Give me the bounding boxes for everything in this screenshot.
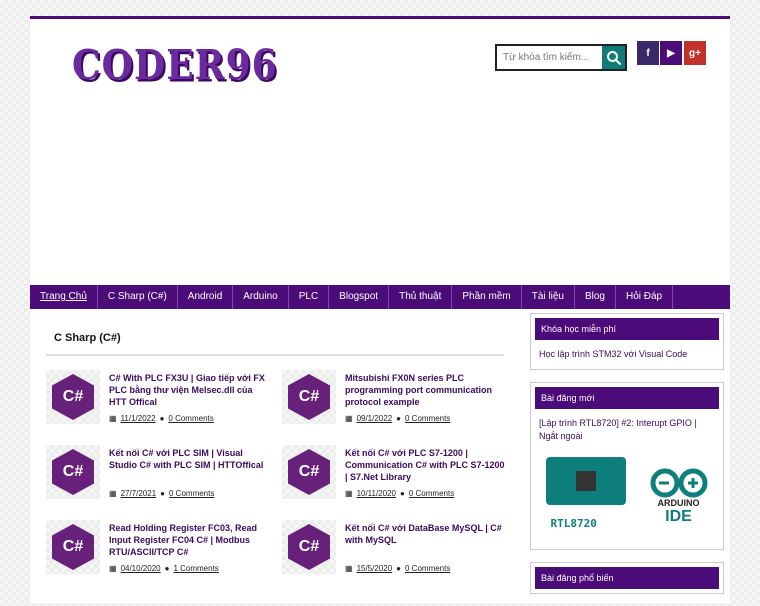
arduino-infinity-icon xyxy=(650,468,707,498)
post-item: C# Kết nối C# với DataBase MySQL | C# wi… xyxy=(282,520,507,580)
calendar-icon: ▦ xyxy=(345,564,353,573)
post-date[interactable]: 11/1/2022 xyxy=(121,414,156,423)
post-date[interactable]: 15/5/2020 xyxy=(357,564,393,573)
post-comments[interactable]: 0 Comments xyxy=(405,564,450,573)
board-icon xyxy=(545,457,626,505)
csharp-logo-icon: C# xyxy=(288,524,330,570)
post-thumbnail[interactable]: C# xyxy=(46,445,100,499)
post-comments[interactable]: 0 Comments xyxy=(168,414,213,423)
post-comments[interactable]: 0 Comments xyxy=(405,414,450,423)
post-title[interactable]: Kết nối C# với PLC SIM | Visual Studio C… xyxy=(109,447,269,471)
post-thumbnail[interactable]: C# xyxy=(282,445,336,499)
widget-title: Bài đăng phổ biến xyxy=(535,567,719,589)
calendar-icon: ▦ xyxy=(109,489,117,498)
comment-icon: ● xyxy=(396,414,401,423)
post-thumbnail[interactable]: C# xyxy=(282,520,336,574)
post-comments[interactable]: 0 Comments xyxy=(169,489,214,498)
post-item: C# Kết nối C# với PLC SIM | Visual Studi… xyxy=(46,445,271,505)
post-meta: ▦ 09/1/2022 ● 0 Comments xyxy=(345,414,450,423)
csharp-logo-icon: C# xyxy=(52,374,94,420)
search-input[interactable] xyxy=(497,46,602,69)
nav-item-android[interactable]: Android xyxy=(178,285,234,309)
comment-icon: ● xyxy=(164,564,170,573)
csharp-logo-icon: C# xyxy=(288,374,330,420)
post-date[interactable]: 27/7/2021 xyxy=(121,489,157,498)
post-title[interactable]: Kết nối C# với DataBase MySQL | C# with … xyxy=(345,522,505,546)
comment-icon: ● xyxy=(159,414,165,423)
post-meta: ▦ 04/10/2020 ● 1 Comments xyxy=(109,564,219,573)
widget-recent-posts: Bài đăng mới [Lập trình RTL8720] #2: Int… xyxy=(530,382,724,550)
post-thumbnail[interactable]: C# xyxy=(46,520,100,574)
post-thumbnail[interactable]: C# xyxy=(282,370,336,424)
search-box xyxy=(495,44,627,71)
widget-link[interactable]: Học lập trình STM32 với Visual Code xyxy=(535,340,719,365)
widget-popular-posts: Bài đăng phổ biến xyxy=(530,562,724,594)
comment-icon: ● xyxy=(396,564,401,573)
rtl8720-board-image: RTL8720 xyxy=(545,457,636,537)
post-featured-image[interactable]: RTL8720 ARDUINO IDE xyxy=(539,453,715,541)
post-thumbnail[interactable]: C# xyxy=(46,370,100,424)
calendar-icon: ▦ xyxy=(109,414,117,423)
search-icon xyxy=(606,50,621,65)
sidebar: Khóa học miễn phí Học lập trình STM32 vớ… xyxy=(530,313,724,606)
calendar-icon: ▦ xyxy=(345,489,353,498)
youtube-icon[interactable]: ▶ xyxy=(660,41,682,65)
post-title[interactable]: C# With PLC FX3U | Giao tiếp với FX PLC … xyxy=(109,372,269,408)
nav-item-arduino[interactable]: Arduino xyxy=(233,285,289,309)
post-comments[interactable]: 0 Comments xyxy=(409,489,454,498)
post-comments[interactable]: 1 Comments xyxy=(173,564,218,573)
post-date[interactable]: 09/1/2022 xyxy=(357,414,393,423)
post-meta: ▦ 10/11/2020 ● 0 Comments xyxy=(345,489,454,498)
ide-text: IDE xyxy=(665,508,692,525)
post-date[interactable]: 04/10/2020 xyxy=(121,564,161,573)
post-meta: ▦ 11/1/2022 ● 0 Comments xyxy=(109,414,214,423)
widget-free-courses: Khóa học miễn phí Học lập trình STM32 vớ… xyxy=(530,313,724,370)
csharp-logo-icon: C# xyxy=(52,449,94,495)
board-label: RTL8720 xyxy=(550,517,597,530)
comment-icon: ● xyxy=(400,489,405,498)
post-date[interactable]: 10/11/2020 xyxy=(357,489,396,498)
nav-item-blog[interactable]: Blog xyxy=(575,285,616,309)
nav-item-home[interactable]: Trang Chủ xyxy=(30,285,98,309)
nav-item-tips[interactable]: Thủ thuật xyxy=(389,285,453,309)
widget-link[interactable]: [Lập trình RTL8720] #2: Interupt GPIO | … xyxy=(535,409,719,447)
post-item: C# Mitsubishi FX0N series PLC programmin… xyxy=(282,370,507,430)
nav-item-blogspot[interactable]: Blogspot xyxy=(329,285,390,309)
facebook-icon[interactable]: f xyxy=(637,41,659,65)
calendar-icon: ▦ xyxy=(109,564,117,573)
post-title[interactable]: Mitsubishi FX0N series PLC programming p… xyxy=(345,372,505,408)
google-plus-icon[interactable]: g+ xyxy=(684,41,706,65)
widget-title: Bài đăng mới xyxy=(535,387,719,409)
comment-icon: ● xyxy=(160,489,165,498)
widget-title: Khóa học miễn phí xyxy=(535,318,719,340)
csharp-logo-icon: C# xyxy=(52,524,94,570)
search-button[interactable] xyxy=(602,46,625,69)
nav-item-csharp[interactable]: C Sharp (C#) xyxy=(98,285,178,309)
nav-item-plc[interactable]: PLC xyxy=(289,285,330,309)
post-title[interactable]: Kết nối C# với PLC S7-1200 | Communicati… xyxy=(345,447,505,483)
section-title: C Sharp (C#) xyxy=(46,322,504,356)
post-meta: ▦ 27/7/2021 ● 0 Comments xyxy=(109,489,214,498)
csharp-logo-icon: C# xyxy=(288,449,330,495)
post-title[interactable]: Read Holding Register FC03, Read Input R… xyxy=(109,522,269,558)
arduino-text: ARDUINO xyxy=(657,498,700,508)
page-container: CODER96 f ▶ g+ Trang Chủ C Sharp (C#) An… xyxy=(30,16,730,603)
main-content: C Sharp (C#) C# C# With PLC FX3U | Giao … xyxy=(46,322,505,574)
post-meta: ▦ 15/5/2020 ● 0 Comments xyxy=(345,564,450,573)
arduino-logo: ARDUINO IDE xyxy=(649,468,709,526)
nav-item-qa[interactable]: Hỏi Đáp xyxy=(616,285,674,309)
calendar-icon: ▦ xyxy=(345,414,353,423)
post-item: C# Read Holding Register FC03, Read Inpu… xyxy=(46,520,271,580)
nav-item-software[interactable]: Phần mềm xyxy=(452,285,522,309)
main-nav: Trang Chủ C Sharp (C#) Android Arduino P… xyxy=(30,285,730,309)
post-item: C# C# With PLC FX3U | Giao tiếp với FX P… xyxy=(46,370,271,430)
site-logo[interactable]: CODER96 xyxy=(72,41,278,89)
post-item: C# Kết nối C# với PLC S7-1200 | Communic… xyxy=(282,445,507,505)
nav-item-docs[interactable]: Tài liệu xyxy=(522,285,575,309)
